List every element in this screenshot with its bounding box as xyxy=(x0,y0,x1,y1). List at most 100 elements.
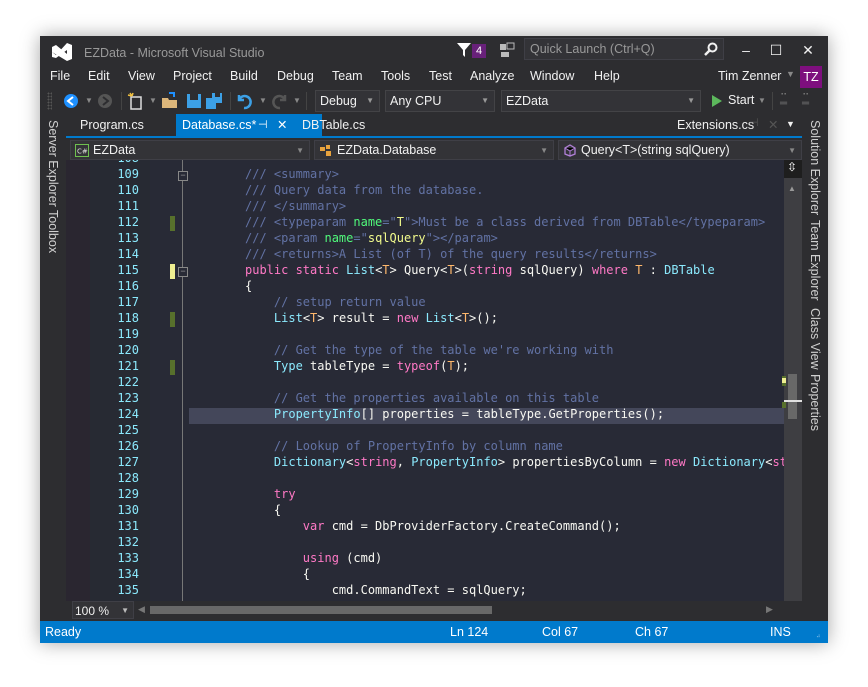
chevron-down-icon[interactable]: ▼ xyxy=(758,96,766,105)
notification-flag-icon[interactable] xyxy=(457,43,473,57)
code-line[interactable]: /// Query data from the database. xyxy=(245,183,483,197)
line-number: 117 xyxy=(117,295,139,309)
code-line[interactable]: // Get the properties available on this … xyxy=(245,391,599,405)
code-line[interactable]: // Lookup of PropertyInfo by column name xyxy=(245,439,563,453)
code-line[interactable]: { xyxy=(245,279,252,293)
menu-tools[interactable]: Tools xyxy=(381,69,410,83)
server-explorer-tab[interactable]: Server Explorer xyxy=(46,120,60,207)
user-name[interactable]: Tim Zenner xyxy=(718,69,781,83)
save-icon[interactable] xyxy=(185,92,203,110)
code-line[interactable]: List<T> result = new List<T>(); xyxy=(245,311,498,325)
tab-overflow-dropdown-icon[interactable]: ▼ xyxy=(786,119,795,129)
project-dropdown[interactable]: C# EZData ▼ xyxy=(70,140,310,160)
code-line[interactable]: try xyxy=(245,487,296,501)
indicator-margin[interactable] xyxy=(66,160,90,601)
menu-help[interactable]: Help xyxy=(594,69,620,83)
start-button[interactable]: Start xyxy=(728,93,754,107)
close-tab-icon[interactable]: ✕ xyxy=(277,114,287,136)
resize-grip-icon[interactable]: ⣠ xyxy=(816,631,820,638)
code-line[interactable]: /// <param name="sqlQuery"></param> xyxy=(245,231,498,245)
menu-team[interactable]: Team xyxy=(332,69,363,83)
chevron-down-icon[interactable]: ▼ xyxy=(85,96,93,105)
code-line[interactable]: { xyxy=(245,567,310,581)
code-line[interactable]: cmd.CommandText = sqlQuery; xyxy=(245,583,527,597)
menu-file[interactable]: File xyxy=(50,69,70,83)
feedback-icon[interactable] xyxy=(499,42,515,58)
properties-tab[interactable]: Properties xyxy=(808,374,822,431)
toolbox-tab[interactable]: Toolbox xyxy=(46,210,60,253)
code-line[interactable]: var cmd = DbProviderFactory.CreateComman… xyxy=(245,519,621,533)
solution-platform-select[interactable]: Any CPU ▼ xyxy=(385,90,495,112)
vertical-scrollbar[interactable]: ⇳ ▲ ▼ xyxy=(782,160,802,625)
code-line[interactable]: using (cmd) xyxy=(245,551,382,565)
code-line[interactable]: public static List<T> Query<T>(string sq… xyxy=(245,263,715,277)
code-line[interactable]: /// <typeparam name="T">Must be a class … xyxy=(245,215,765,229)
zoom-level-select[interactable]: 100 % ▼ xyxy=(72,601,134,619)
code-line[interactable]: // setup return value xyxy=(245,295,426,309)
chevron-down-icon[interactable]: ▼ xyxy=(293,96,301,105)
tab-extensions-cs[interactable]: Extensions.cs xyxy=(671,114,760,136)
close-tab-icon[interactable]: ✕ xyxy=(768,117,778,132)
scrollbar-thumb[interactable] xyxy=(788,374,797,419)
minimize-button[interactable]: – xyxy=(734,40,758,60)
code-line[interactable]: /// <summary> xyxy=(245,167,339,181)
solution-configuration-select[interactable]: Debug ▼ xyxy=(315,90,380,112)
menu-analyze[interactable]: Analyze xyxy=(470,69,514,83)
class-view-tab[interactable]: Class View xyxy=(808,308,822,370)
menu-test[interactable]: Test xyxy=(429,69,452,83)
type-dropdown[interactable]: EZData.Database ▼ xyxy=(314,140,554,160)
code-line[interactable]: /// <returns>A List (of T) of the query … xyxy=(245,247,657,261)
navigate-forward-icon[interactable] xyxy=(96,92,114,110)
scroll-left-arrow-icon[interactable]: ◀ xyxy=(138,604,145,615)
code-line[interactable]: // Get the type of the table we're worki… xyxy=(245,343,614,357)
search-icon[interactable] xyxy=(704,42,718,56)
code-line[interactable]: Dictionary<string, PropertyInfo> propert… xyxy=(245,455,784,469)
open-file-icon[interactable] xyxy=(161,92,179,110)
startup-project-select[interactable]: EZData ▼ xyxy=(501,90,701,112)
maximize-button[interactable]: ☐ xyxy=(764,40,788,60)
redo-icon[interactable] xyxy=(270,92,288,110)
collapse-region-icon[interactable]: − xyxy=(178,171,188,181)
solution-explorer-tab[interactable]: Solution Explorer xyxy=(808,120,822,215)
code-line[interactable]: Type tableType = typeof(T); xyxy=(245,359,469,373)
navigate-back-icon[interactable] xyxy=(62,92,80,110)
menu-build[interactable]: Build xyxy=(230,69,258,83)
code-line[interactable]: { xyxy=(245,503,281,517)
close-button[interactable]: ✕ xyxy=(796,40,820,60)
line-number: 128 xyxy=(117,471,139,485)
pin-tab-icon[interactable]: ⊣ xyxy=(258,114,268,136)
tab-program-cs[interactable]: Program.cs xyxy=(74,114,150,136)
quick-launch-input[interactable]: Quick Launch (Ctrl+Q) xyxy=(524,38,724,60)
horizontal-scrollbar-thumb[interactable] xyxy=(150,606,492,614)
team-explorer-tab[interactable]: Team Explorer xyxy=(808,220,822,301)
code-line[interactable]: PropertyInfo[] properties = tableType.Ge… xyxy=(245,407,664,421)
save-all-icon[interactable] xyxy=(205,92,223,110)
toolbar-overflow-icon[interactable]: ⠒ ═ xyxy=(780,91,787,109)
pin-tab-icon[interactable]: ⊣ xyxy=(749,116,759,129)
tab-dbtable-cs[interactable]: DBTable.cs xyxy=(296,114,371,136)
notification-count-badge[interactable]: 4 xyxy=(472,44,486,58)
new-project-icon[interactable] xyxy=(127,92,145,110)
chevron-down-icon: ▼ xyxy=(540,146,548,155)
chevron-down-icon[interactable]: ▼ xyxy=(259,96,267,105)
menu-debug[interactable]: Debug xyxy=(277,69,314,83)
toolbar-grip[interactable] xyxy=(47,92,52,110)
member-dropdown[interactable]: Query<T>(string sqlQuery) ▼ xyxy=(558,140,802,160)
user-avatar[interactable]: TZ xyxy=(800,66,822,88)
collapse-region-icon[interactable]: − xyxy=(178,267,188,277)
line-number: 118 xyxy=(117,311,139,325)
change-marker-saved xyxy=(782,402,786,408)
menu-window[interactable]: Window xyxy=(530,69,574,83)
chevron-down-icon[interactable]: ▼ xyxy=(149,96,157,105)
code-editor[interactable]: 108 109 − /// <summary> 110 /// Query data fr… xyxy=(66,160,784,601)
code-line[interactable]: /// </summary> xyxy=(245,199,346,213)
menu-project[interactable]: Project xyxy=(173,69,212,83)
undo-icon[interactable] xyxy=(236,92,254,110)
scroll-right-arrow-icon[interactable]: ▶ xyxy=(766,604,773,615)
start-play-icon[interactable] xyxy=(712,95,722,107)
chevron-down-icon[interactable]: ▼ xyxy=(786,69,795,79)
menu-edit[interactable]: Edit xyxy=(88,69,110,83)
menu-view[interactable]: View xyxy=(128,69,155,83)
scroll-up-arrow-icon[interactable]: ▲ xyxy=(788,184,796,193)
toolbar-customize-icon[interactable]: ⠒ ═ xyxy=(802,91,809,109)
